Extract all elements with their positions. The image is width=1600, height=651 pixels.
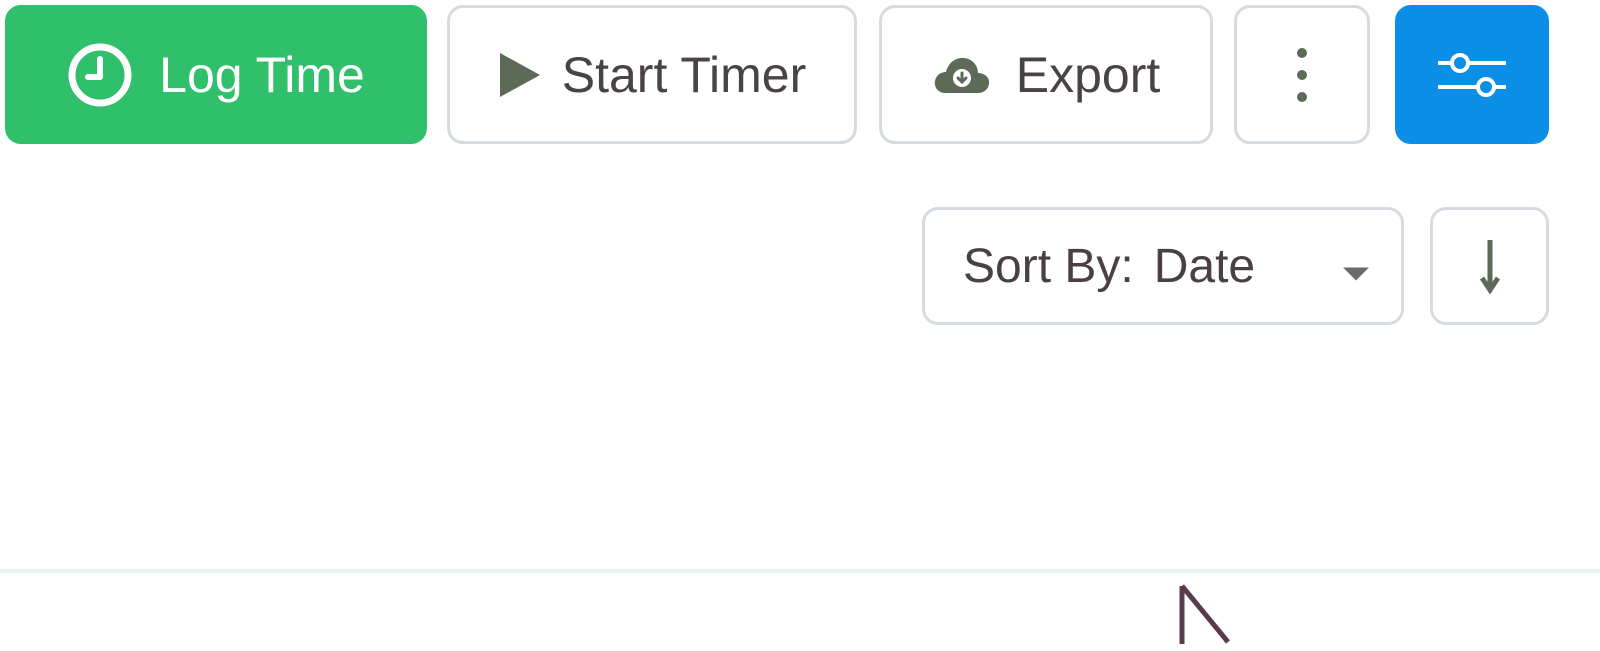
- sort-by-select[interactable]: Sort By: Date: [922, 207, 1404, 325]
- caret-down-icon: [1343, 239, 1369, 294]
- section-divider: [0, 569, 1600, 573]
- more-options-button[interactable]: [1234, 5, 1370, 144]
- export-label: Export: [1015, 46, 1161, 103]
- sort-by-value: Date: [1153, 239, 1256, 293]
- play-icon: [498, 51, 542, 99]
- log-time-label: Log Time: [159, 46, 365, 103]
- filter-settings-button[interactable]: [1395, 5, 1549, 144]
- clock-icon: [67, 42, 133, 108]
- export-button[interactable]: Export: [879, 5, 1213, 144]
- log-time-button[interactable]: Log Time: [5, 5, 427, 144]
- sliders-icon: [1436, 49, 1508, 101]
- arrow-down-icon: [1478, 238, 1502, 294]
- start-timer-label: Start Timer: [561, 46, 807, 103]
- sort-direction-button[interactable]: [1430, 207, 1549, 325]
- start-timer-button[interactable]: Start Timer: [447, 5, 857, 144]
- sort-by-label: Sort By:: [963, 239, 1134, 293]
- cloud-download-icon: [932, 53, 992, 97]
- mouse-cursor-icon: [1172, 584, 1232, 651]
- vertical-dots-icon: [1294, 45, 1310, 105]
